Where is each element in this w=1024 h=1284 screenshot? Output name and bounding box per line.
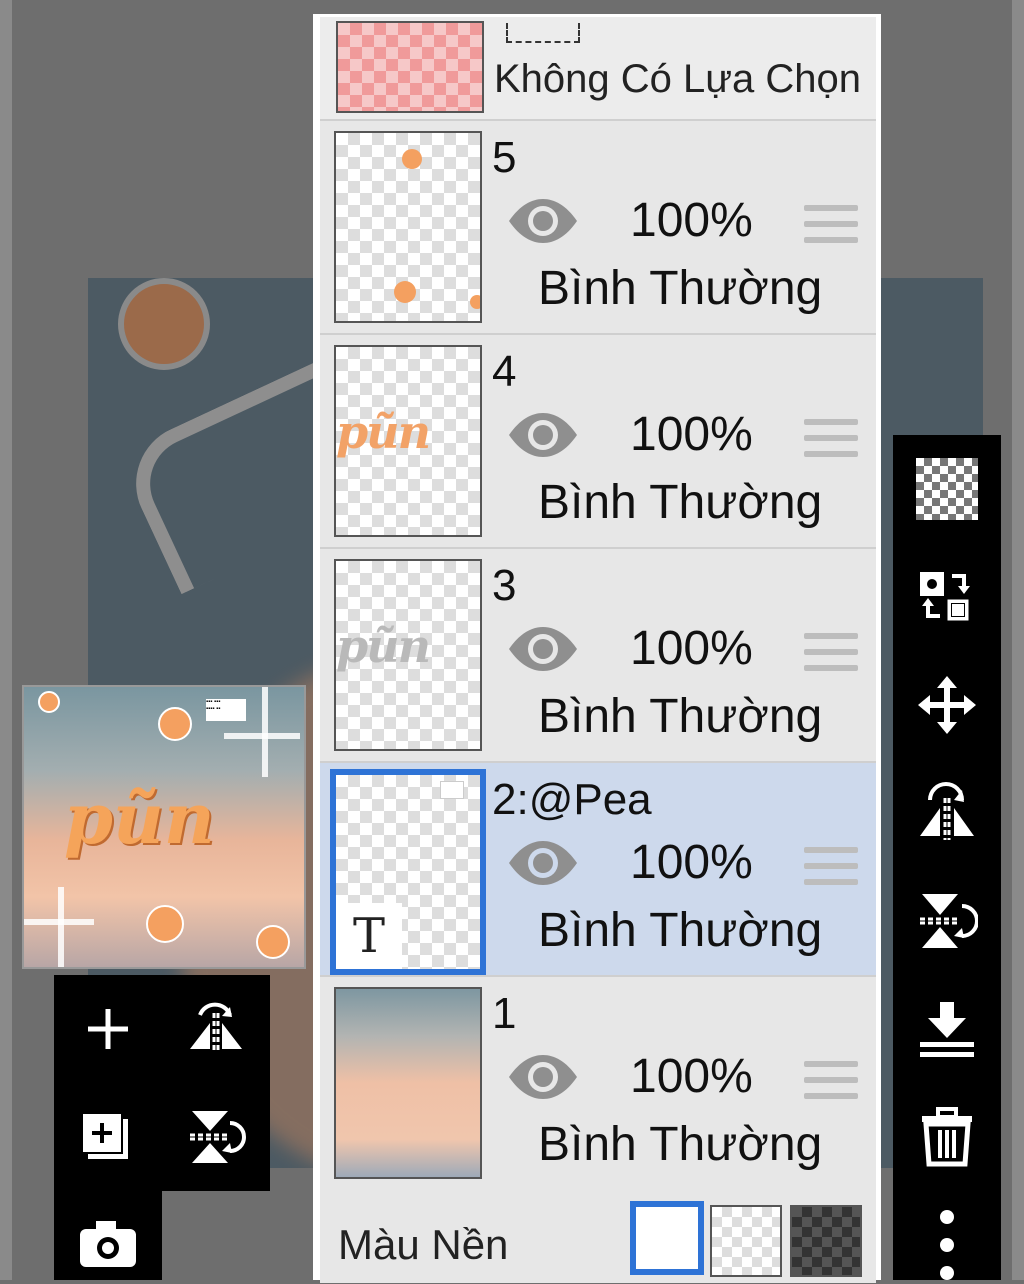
preview-cross — [224, 733, 300, 739]
layer-thumbnail: pũn — [334, 345, 482, 537]
left-toolbar-bottom — [54, 1190, 162, 1280]
layer-opacity[interactable]: 100% — [630, 1049, 753, 1104]
layer-opacity[interactable]: 100% — [630, 193, 753, 248]
drag-handle-icon[interactable] — [804, 419, 858, 463]
layer-row-selected[interactable]: T 2:@Pea 100% Bình Thường — [320, 763, 876, 978]
flip-horizontal-icon[interactable] — [907, 773, 987, 853]
eye-icon[interactable] — [506, 197, 580, 245]
preview-orb — [38, 691, 60, 713]
thumbnail-note — [440, 781, 464, 799]
text-layer-badge: T — [336, 903, 402, 969]
eye-icon[interactable] — [506, 625, 580, 673]
selection-rect-icon — [506, 23, 580, 43]
flip-vertical-icon[interactable] — [907, 881, 987, 961]
layer-name: 5 — [492, 133, 517, 182]
move-icon[interactable] — [907, 665, 987, 745]
preview-orb — [256, 925, 290, 959]
layer-panel: Không Có Lựa Chọn 5 100% Bình Thường pũn… — [313, 14, 881, 1283]
layer-name: 1 — [492, 989, 517, 1038]
layer-row[interactable]: 5 100% Bình Thường — [320, 121, 876, 336]
preview-cross — [24, 919, 94, 925]
drag-handle-icon[interactable] — [804, 205, 858, 249]
selection-thumbnail — [336, 21, 484, 113]
flip-horizontal-icon[interactable] — [176, 989, 256, 1069]
right-edge — [1012, 0, 1024, 1280]
merge-down-icon[interactable] — [907, 989, 987, 1069]
background-row: Màu Nền — [320, 1189, 876, 1283]
drag-handle-icon[interactable] — [804, 847, 858, 891]
layer-thumbnail — [334, 131, 482, 323]
layer-opacity[interactable]: 100% — [630, 621, 753, 676]
layer-opacity[interactable]: 100% — [630, 407, 753, 462]
left-toolbar — [54, 975, 270, 1191]
thumbnail-word: pũn — [336, 405, 431, 459]
flip-vertical-icon[interactable] — [176, 1097, 256, 1177]
swap-layers-icon[interactable] — [907, 557, 987, 637]
selection-label: Không Có Lựa Chọn — [494, 57, 862, 101]
preview-cross — [262, 687, 268, 777]
preview-orb — [158, 707, 192, 741]
layer-blend-mode[interactable]: Bình Thường — [538, 261, 822, 316]
preview-cross — [58, 887, 64, 967]
background-label: Màu Nền — [338, 1221, 509, 1268]
layer-thumbnail: pũn — [334, 559, 482, 751]
canvas-orb — [118, 278, 210, 370]
canvas-preview[interactable]: ▪▪▪ ▪▪▪ ▪▪▪▪ ▪▪ pũn — [22, 685, 306, 969]
background-dark-swatch[interactable] — [790, 1205, 862, 1277]
layer-thumbnail — [334, 987, 482, 1179]
layer-blend-mode[interactable]: Bình Thường — [538, 1117, 822, 1172]
trash-icon[interactable] — [907, 1097, 987, 1177]
layer-blend-mode[interactable]: Bình Thường — [538, 903, 822, 958]
layer-row[interactable]: 1 100% Bình Thường — [320, 977, 876, 1192]
background-transparent-swatch[interactable] — [710, 1205, 782, 1277]
drag-handle-icon[interactable] — [804, 633, 858, 677]
layer-blend-mode[interactable]: Bình Thường — [538, 475, 822, 530]
layer-name: 4 — [492, 347, 517, 396]
layer-row[interactable]: pũn 4 100% Bình Thường — [320, 335, 876, 550]
add-copy-icon[interactable] — [68, 1097, 148, 1177]
layer-name: 2:@Pea — [492, 775, 652, 824]
preview-word: pũn — [64, 777, 215, 860]
background-white-swatch[interactable] — [630, 1201, 704, 1275]
layer-opacity[interactable]: 100% — [630, 835, 753, 890]
eye-icon[interactable] — [506, 839, 580, 887]
layer-thumbnail: T — [330, 769, 486, 975]
right-toolbar — [893, 435, 1001, 1280]
eye-icon[interactable] — [506, 411, 580, 459]
thumbnail-word: pũn — [336, 619, 431, 673]
camera-icon[interactable] — [68, 1204, 148, 1284]
left-edge — [0, 0, 12, 1280]
add-layer-icon[interactable] — [68, 989, 148, 1069]
layer-row[interactable]: pũn 3 100% Bình Thường — [320, 549, 876, 764]
transparency-icon[interactable] — [907, 449, 987, 529]
layer-blend-mode[interactable]: Bình Thường — [538, 689, 822, 744]
layer-name: 3 — [492, 561, 517, 610]
drag-handle-icon[interactable] — [804, 1061, 858, 1105]
preview-orb — [146, 905, 184, 943]
selection-row[interactable]: Không Có Lựa Chọn — [320, 17, 876, 121]
preview-note: ▪▪▪ ▪▪▪ ▪▪▪▪ ▪▪ — [206, 699, 246, 721]
eye-icon[interactable] — [506, 1053, 580, 1101]
more-vertical-icon[interactable] — [907, 1205, 987, 1280]
